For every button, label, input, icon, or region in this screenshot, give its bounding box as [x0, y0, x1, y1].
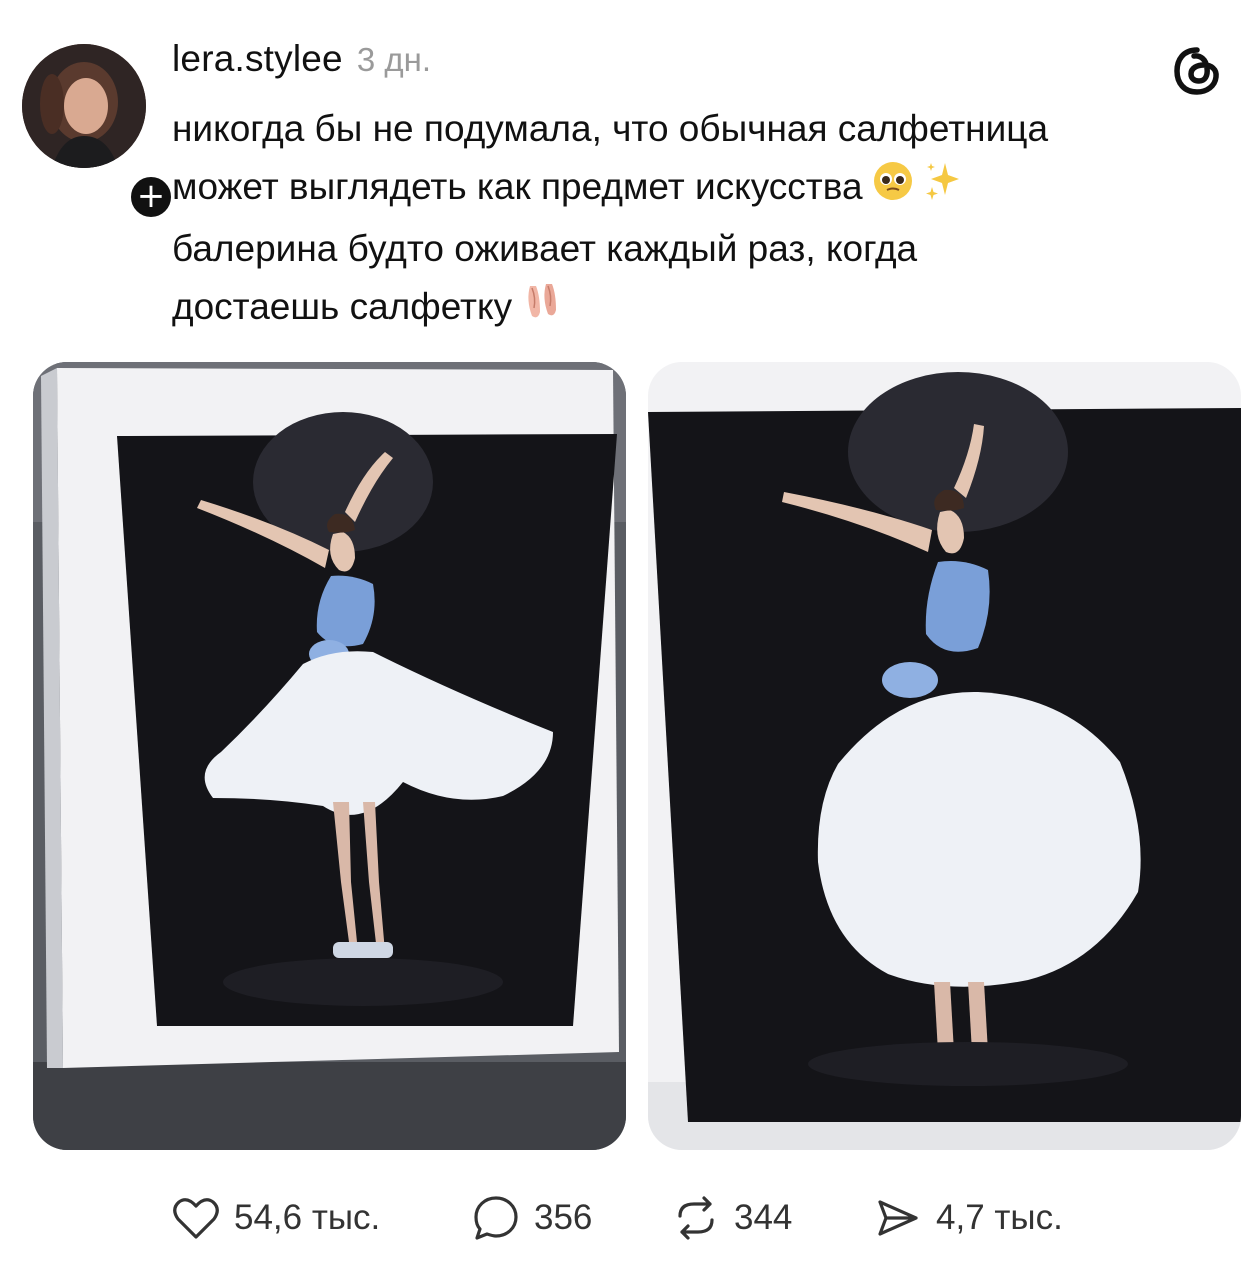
- avatar[interactable]: [22, 44, 146, 168]
- post-body: никогда бы не подумала, что обычная салф…: [172, 100, 1242, 339]
- ballet-shoes-emoji: [520, 278, 564, 339]
- sparkles-emoji: [923, 159, 963, 220]
- post-text-line-with-emoji: может выглядеть как предмет искусства: [172, 158, 1242, 220]
- repost-button[interactable]: 344: [672, 1190, 792, 1246]
- like-count: 54,6 тыс.: [234, 1198, 381, 1237]
- send-icon: [874, 1194, 922, 1242]
- repost-icon: [672, 1194, 720, 1242]
- post-image-2[interactable]: [648, 362, 1241, 1150]
- heart-icon: [172, 1195, 220, 1241]
- post-media-carousel: [33, 362, 1241, 1150]
- post-text-line: балерина будто оживает каждый раз, когда: [172, 227, 918, 269]
- comment-count: 356: [534, 1198, 593, 1237]
- follow-button[interactable]: +: [126, 172, 176, 222]
- ballerina-napkin-holder-photo-1: [33, 362, 626, 1150]
- post-image-1[interactable]: [33, 362, 626, 1150]
- threads-logo-icon[interactable]: [1170, 44, 1224, 98]
- post-text-line: может выглядеть как предмет искусства: [172, 166, 863, 207]
- share-button[interactable]: 4,7 тыс.: [874, 1190, 1063, 1246]
- post-timestamp: 3 дн.: [356, 41, 432, 78]
- avatar-photo: [22, 44, 146, 168]
- post-header: lera.stylee 3 дн.: [172, 38, 431, 88]
- comment-button[interactable]: 356: [472, 1190, 592, 1246]
- ballerina-napkin-holder-photo-2: [648, 362, 1241, 1150]
- comment-bubble-icon: [472, 1194, 520, 1242]
- post-text-line-with-emoji: достаешь салфетку: [172, 278, 1242, 340]
- plus-icon: +: [136, 176, 166, 216]
- share-count: 4,7 тыс.: [936, 1198, 1063, 1237]
- post-actions-bar: 54,6 тыс. 356 344 4,7 тыс.: [172, 1190, 1172, 1246]
- post-text-line: достаешь салфетку: [172, 285, 513, 327]
- post-text-line: никогда бы не подумала, что обычная салф…: [172, 108, 1049, 149]
- author-avatar[interactable]: +: [22, 44, 176, 222]
- like-button[interactable]: 54,6 тыс.: [172, 1190, 380, 1246]
- repost-count: 344: [734, 1198, 793, 1237]
- username-link[interactable]: lera.stylee: [172, 38, 343, 80]
- pleading-face-emoji: [871, 159, 915, 220]
